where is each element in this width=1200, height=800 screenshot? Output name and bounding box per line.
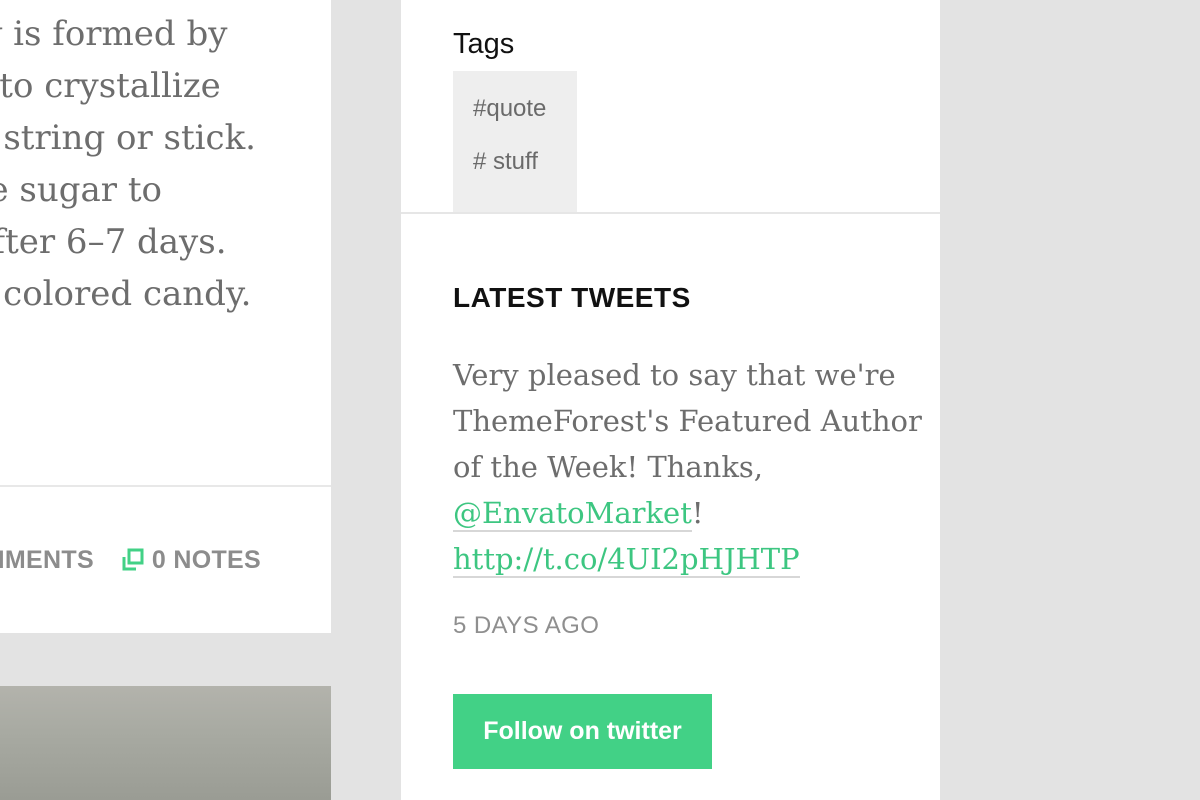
sidebar-divider	[401, 212, 940, 214]
excerpt-line: e colored candy.	[0, 274, 252, 314]
tag-quote[interactable]: #quote	[473, 95, 546, 123]
tweet-line: ThemeForest's Featured Author	[453, 404, 922, 438]
tweet-line: Very pleased to say that we're	[453, 358, 896, 392]
tag-stuff[interactable]: # stuff	[473, 148, 538, 176]
tweet-url-link[interactable]: http://t.co/4UI2pHJHTP	[453, 542, 800, 578]
tweet-line: of the Week! Thanks,	[453, 450, 763, 484]
notes-label: 0 NOTES	[151, 545, 261, 574]
excerpt-line: ly is formed by	[0, 14, 228, 54]
tweet-line: @EnvatoMarket!	[453, 490, 913, 536]
tags-dropdown: #quote # stuff	[453, 71, 577, 213]
post-excerpt: ly is formed by r to crystallize a strin…	[0, 8, 256, 320]
excerpt-line: r to crystallize	[0, 66, 221, 106]
sidebar: Tags #theme #quote # stuff LATEST TWEETS…	[401, 0, 940, 800]
follow-on-twitter-button[interactable]: Follow on twitter	[453, 694, 712, 769]
tags-title: Tags	[453, 28, 515, 60]
mention-suffix: !	[691, 496, 704, 530]
tweet-text: Very pleased to say that we're ThemeFore…	[453, 352, 922, 582]
excerpt-line: re sugar to	[0, 170, 162, 210]
post-divider	[0, 485, 331, 487]
latest-tweets-title: LATEST TWEETS	[453, 282, 691, 313]
post-meta: IMENTS 0 NOTES	[0, 540, 261, 580]
excerpt-line: a string or stick.	[0, 118, 256, 158]
notes-icon	[122, 548, 144, 571]
notes-link[interactable]: 0 NOTES	[120, 546, 261, 575]
comments-link[interactable]: IMENTS	[0, 546, 94, 575]
tweet-line: http://t.co/4UI2pHJHTP	[453, 536, 913, 582]
tweet-timestamp[interactable]: 5 DAYS AGO	[453, 612, 599, 640]
mention-link[interactable]: @EnvatoMarket	[453, 496, 692, 532]
post-image[interactable]	[0, 686, 331, 800]
excerpt-line: after 6–7 days.	[0, 222, 227, 262]
post-card: ly is formed by r to crystallize a strin…	[0, 0, 331, 633]
